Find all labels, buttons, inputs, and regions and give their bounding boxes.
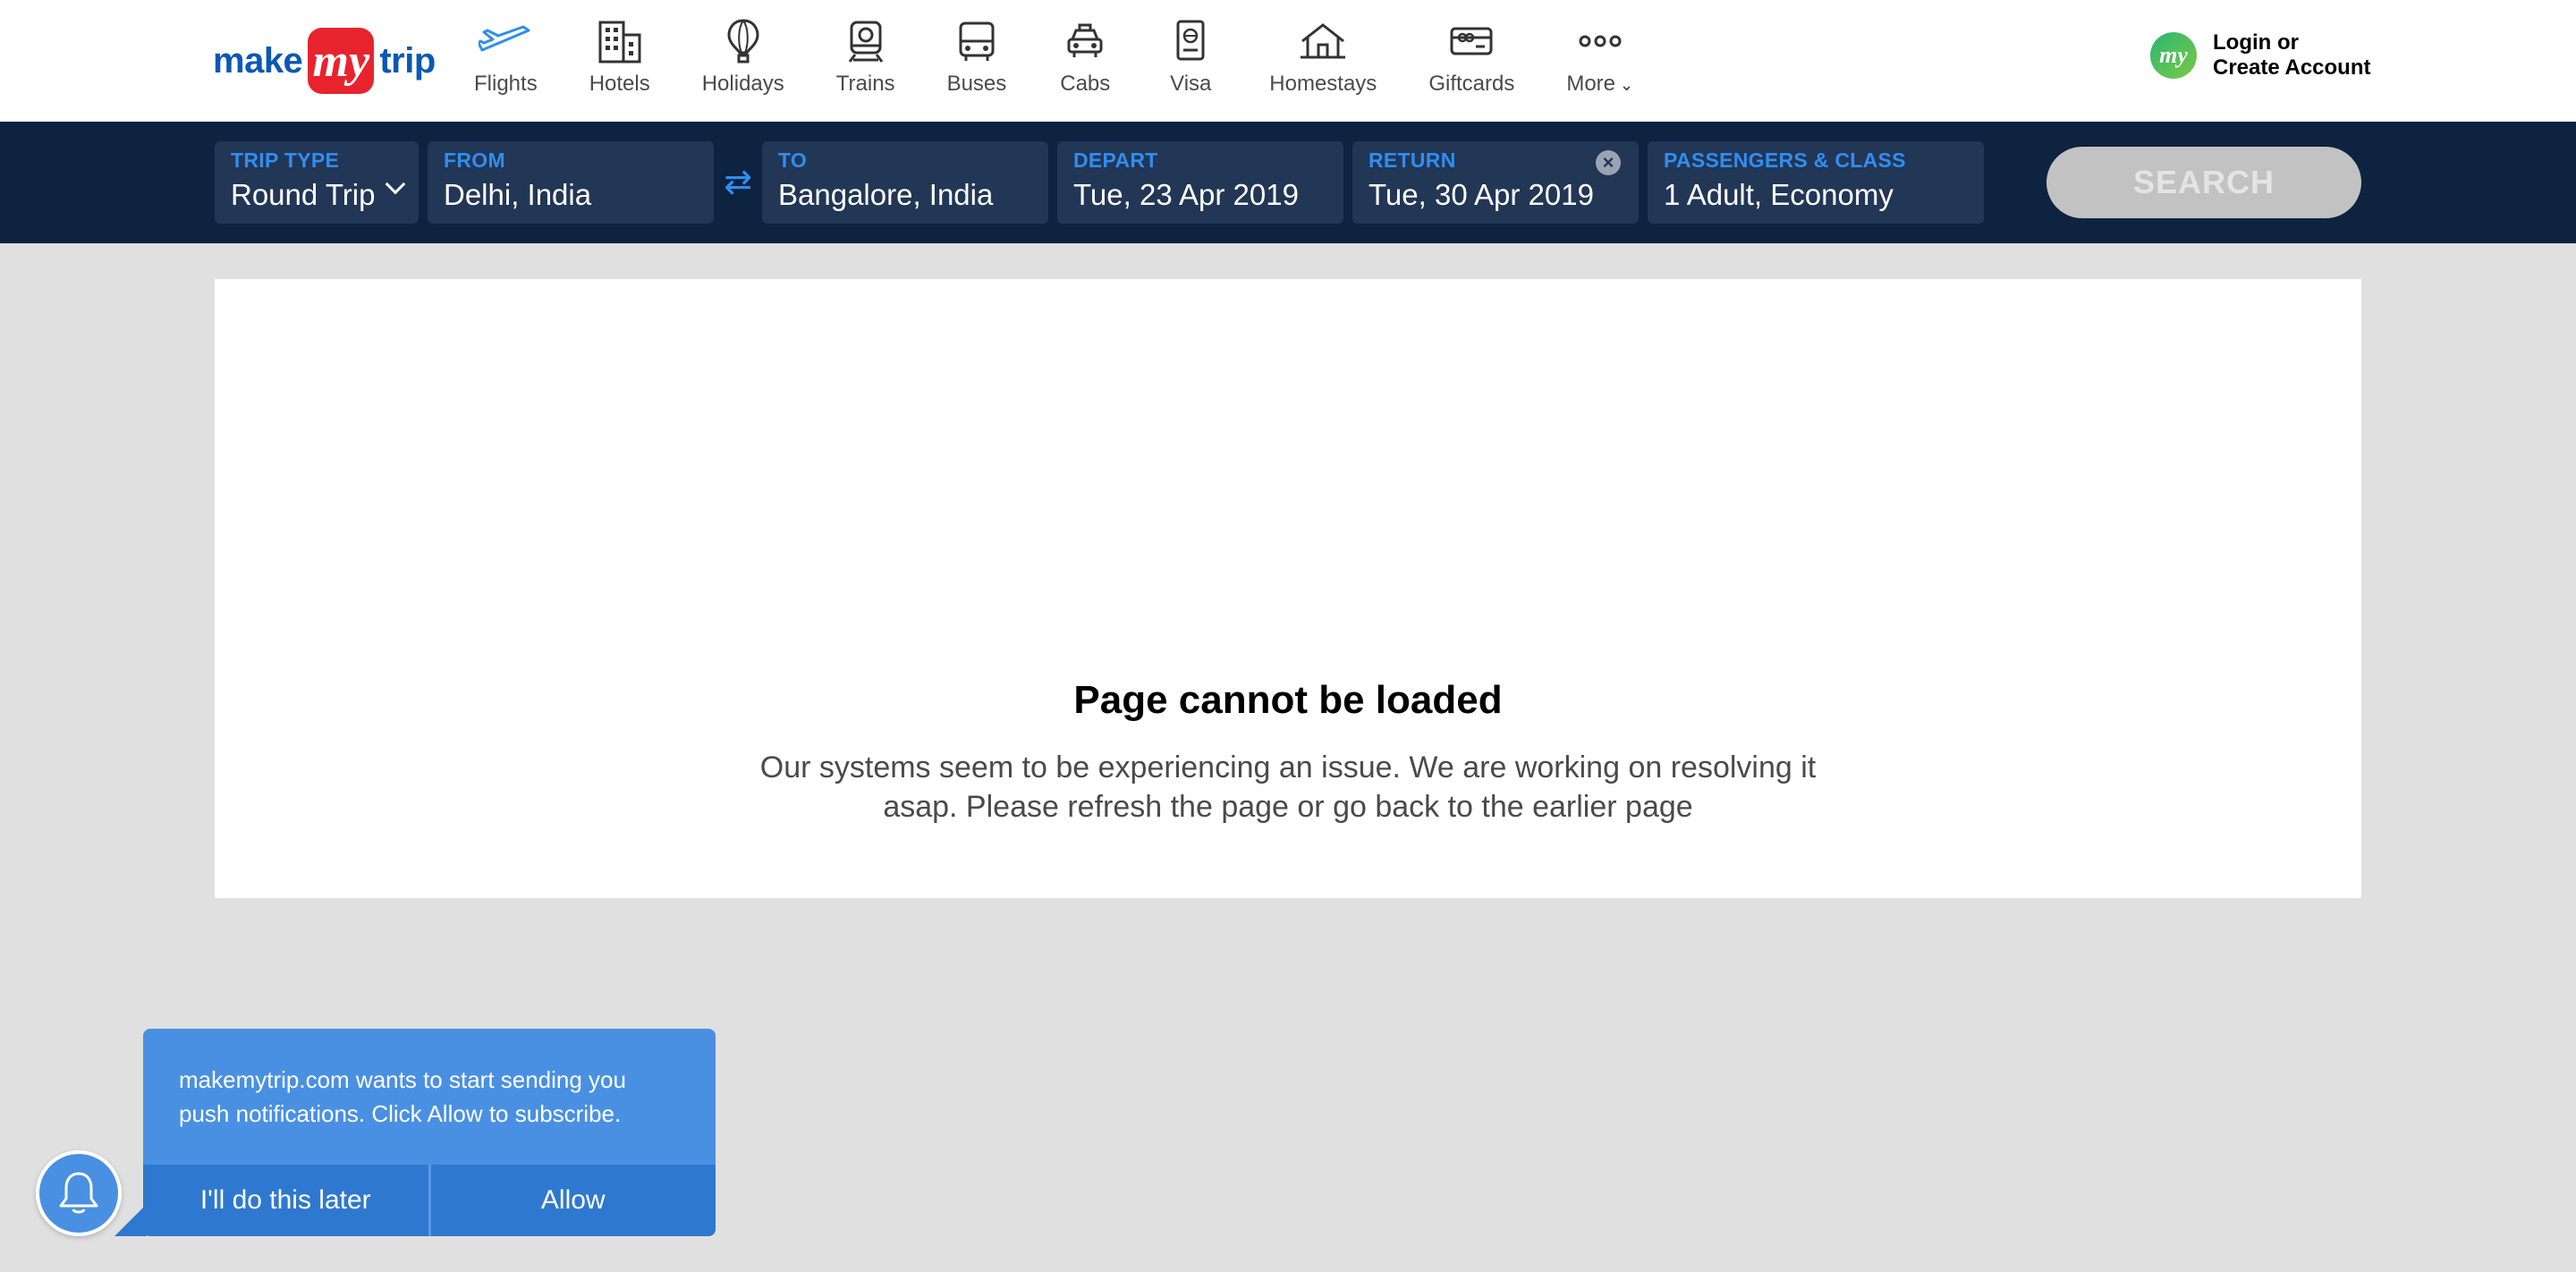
trip-type-select[interactable]: TRIP TYPE Round Trip: [215, 141, 419, 224]
cab-icon: [1058, 16, 1112, 66]
error-title: Page cannot be loaded: [1073, 678, 1503, 722]
search-button[interactable]: SEARCH: [2046, 147, 2361, 218]
nav-item-buses[interactable]: Buses: [946, 16, 1007, 97]
depart-value: Tue, 23 Apr 2019: [1073, 178, 1299, 211]
create-account-line: Create Account: [2213, 55, 2371, 80]
house-icon: [1296, 16, 1350, 66]
nav-item-giftcards[interactable]: Giftcards: [1428, 16, 1514, 97]
login-line: Login or: [2213, 30, 2299, 55]
passport-icon: [1164, 16, 1217, 66]
error-card: Page cannot be loaded Our systems seem t…: [215, 279, 2361, 898]
train-icon: [839, 16, 893, 66]
logo-trip: trip: [379, 40, 436, 81]
passengers-label: PASSENGERS & CLASS: [1664, 148, 1906, 172]
from-label: FROM: [444, 148, 505, 172]
login-create-account[interactable]: my Login or Create Account: [2150, 30, 2370, 81]
more-dots-icon: [1573, 16, 1627, 66]
plane-icon: [479, 16, 532, 66]
nav-item-more[interactable]: More: [1566, 16, 1633, 97]
bell-icon[interactable]: [36, 1150, 122, 1236]
logo-make: make: [213, 40, 303, 81]
nav-label: Flights: [474, 72, 538, 96]
return-value: Tue, 30 Apr 2019: [1368, 178, 1594, 211]
nav-label: Buses: [946, 72, 1007, 96]
site-header: make my trip Flights Hotels Holidays Tra…: [0, 0, 2576, 122]
passengers-class-field[interactable]: PASSENGERS & CLASS 1 Adult, Economy: [1648, 141, 1984, 224]
to-field[interactable]: TO Bangalore, India: [762, 141, 1048, 224]
nav-item-hotels[interactable]: Hotels: [589, 16, 650, 97]
nav-label: Giftcards: [1428, 72, 1515, 96]
return-date-field[interactable]: RETURN Tue, 30 Apr 2019 ×: [1352, 141, 1639, 224]
makemytrip-logo[interactable]: make my trip: [213, 27, 436, 95]
to-label: TO: [778, 148, 808, 172]
passengers-value: 1 Adult, Economy: [1664, 178, 1894, 211]
nav-label: Visa: [1170, 72, 1212, 96]
trip-type-label: TRIP TYPE: [231, 148, 340, 172]
nav-label: Hotels: [589, 72, 650, 96]
giftcard-icon: [1445, 16, 1498, 66]
return-label: RETURN: [1368, 148, 1456, 172]
push-pointer: [114, 1204, 147, 1236]
depart-label: DEPART: [1073, 148, 1158, 172]
nav-item-holidays[interactable]: Holidays: [702, 16, 784, 97]
login-text: Login or Create Account: [2213, 30, 2370, 81]
building-icon: [593, 16, 647, 66]
nav-label: Cabs: [1060, 72, 1111, 96]
nav-item-visa[interactable]: Visa: [1164, 16, 1217, 97]
main-nav: Flights Hotels Holidays Trains Buses Cab…: [474, 16, 1685, 106]
avatar: my: [2150, 32, 2197, 79]
from-field[interactable]: FROM Delhi, India: [428, 141, 714, 224]
nav-label: Holidays: [701, 72, 784, 96]
hot-air-balloon-icon: [716, 16, 770, 66]
nav-label: Trains: [835, 72, 895, 96]
push-buttons: I'll do this later Allow: [143, 1165, 716, 1236]
trip-type-value: Round Trip: [231, 178, 376, 211]
nav-item-homestays[interactable]: Homestays: [1269, 16, 1377, 97]
from-value: Delhi, India: [444, 178, 592, 211]
allow-button[interactable]: Allow: [428, 1165, 716, 1236]
nav-item-trains[interactable]: Trains: [836, 16, 895, 97]
later-button[interactable]: I'll do this later: [143, 1165, 428, 1236]
to-value: Bangalore, India: [778, 178, 994, 211]
push-notification-prompt: makemytrip.com wants to start sending yo…: [143, 1029, 716, 1236]
clear-icon[interactable]: ×: [1596, 150, 1621, 175]
push-message: makemytrip.com wants to start sending yo…: [179, 1066, 626, 1127]
logo-my: my: [308, 28, 375, 94]
bus-icon: [950, 16, 1004, 66]
error-message: Our systems seem to be experiencing an i…: [759, 750, 1817, 824]
nav-item-flights[interactable]: Flights: [474, 16, 538, 97]
swap-icon[interactable]: ⇄: [719, 165, 757, 200]
search-widget: TRIP TYPE Round Trip FROM Delhi, India ⇄…: [0, 122, 2576, 243]
nav-label: More: [1566, 72, 1633, 97]
nav-label: Homestays: [1269, 72, 1377, 96]
depart-date-field[interactable]: DEPART Tue, 23 Apr 2019: [1057, 141, 1343, 224]
nav-item-cabs[interactable]: Cabs: [1058, 16, 1112, 97]
